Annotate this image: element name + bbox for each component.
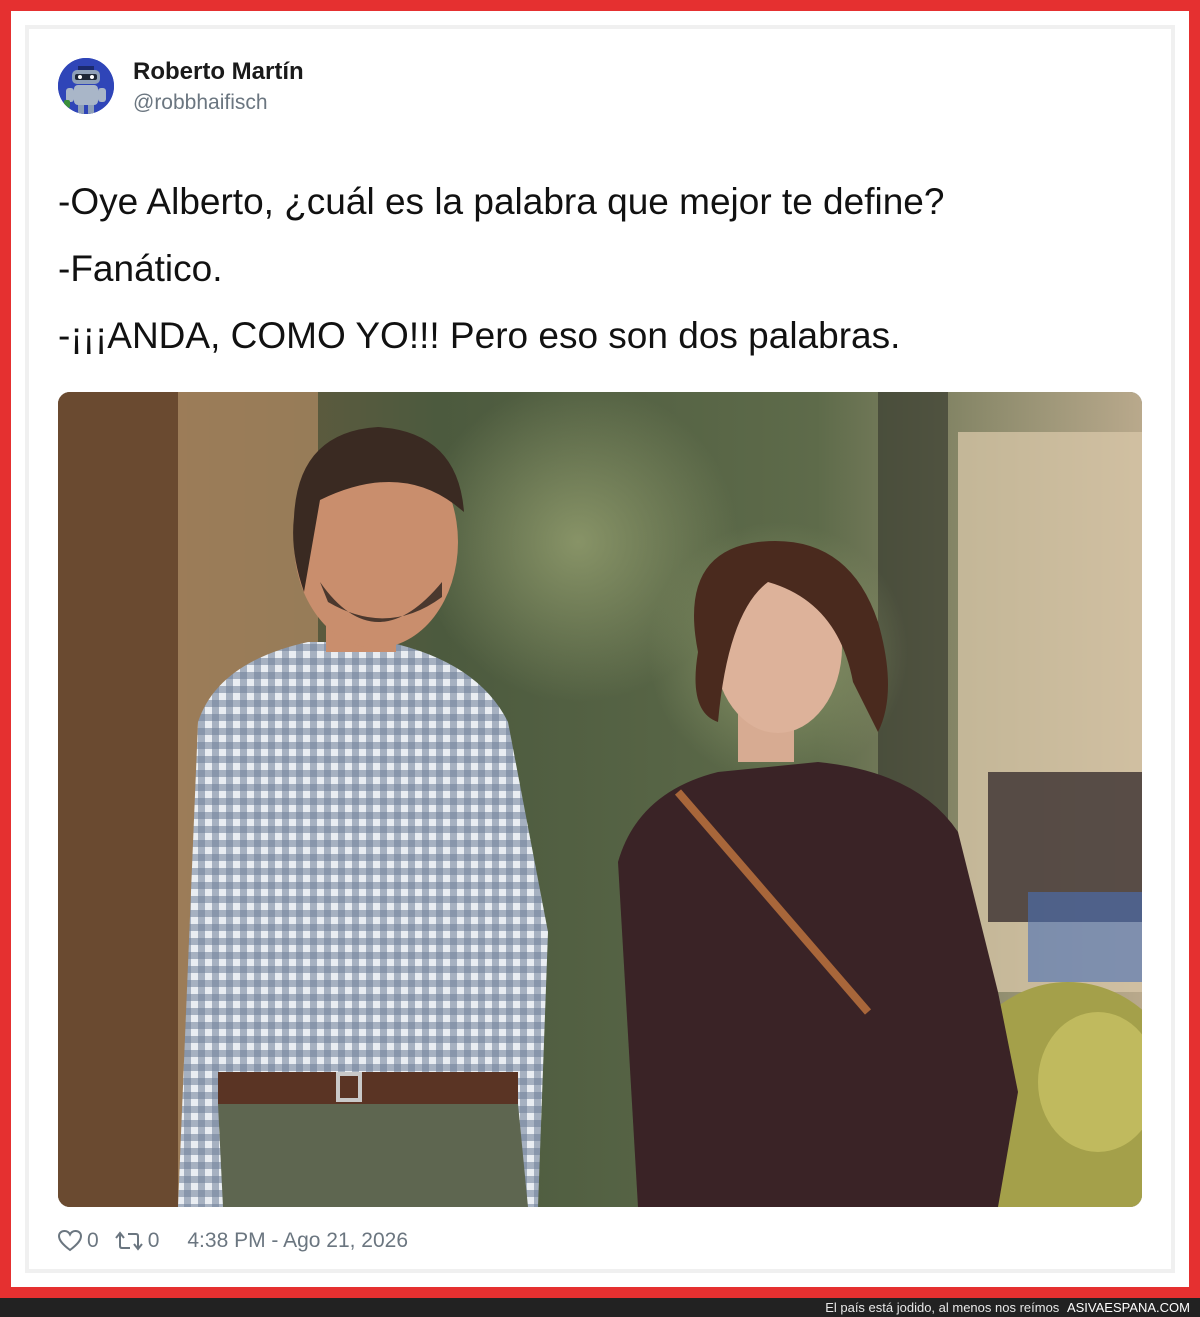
- retweet-icon[interactable]: [114, 1230, 143, 1252]
- photo-illustration: [58, 392, 1142, 1207]
- retweet-count: 0: [147, 1229, 160, 1252]
- heart-icon[interactable]: [58, 1230, 82, 1252]
- tweet-line: -Fanático.: [58, 248, 223, 289]
- watermark-tagline: El país está jodido, al menos nos reímos: [825, 1300, 1060, 1315]
- tweet-timestamp[interactable]: 4:38 PM - Ago 21, 2026: [187, 1229, 408, 1253]
- avatar[interactable]: [58, 58, 114, 114]
- robot-avatar-icon: [58, 58, 114, 114]
- watermark-bar: El país está jodido, al menos nos reímos…: [0, 1298, 1200, 1317]
- author-handle[interactable]: @robbhaifisch: [133, 91, 268, 115]
- tweet-footer: 0 0 4:38 PM - Ago 21, 2026: [58, 1226, 408, 1256]
- watermark-site[interactable]: ASIVAESPANA.COM: [1067, 1300, 1190, 1315]
- tweet-photo[interactable]: [58, 392, 1142, 1207]
- like-count: 0: [87, 1229, 99, 1252]
- tweet-line: -Oye Alberto, ¿cuál es la palabra que me…: [58, 181, 945, 222]
- tweet-line: -¡¡¡ANDA, COMO YO!!! Pero eso son dos pa…: [58, 315, 901, 356]
- tweet-text: -Oye Alberto, ¿cuál es la palabra que me…: [58, 168, 1148, 369]
- author-name[interactable]: Roberto Martín: [133, 58, 304, 86]
